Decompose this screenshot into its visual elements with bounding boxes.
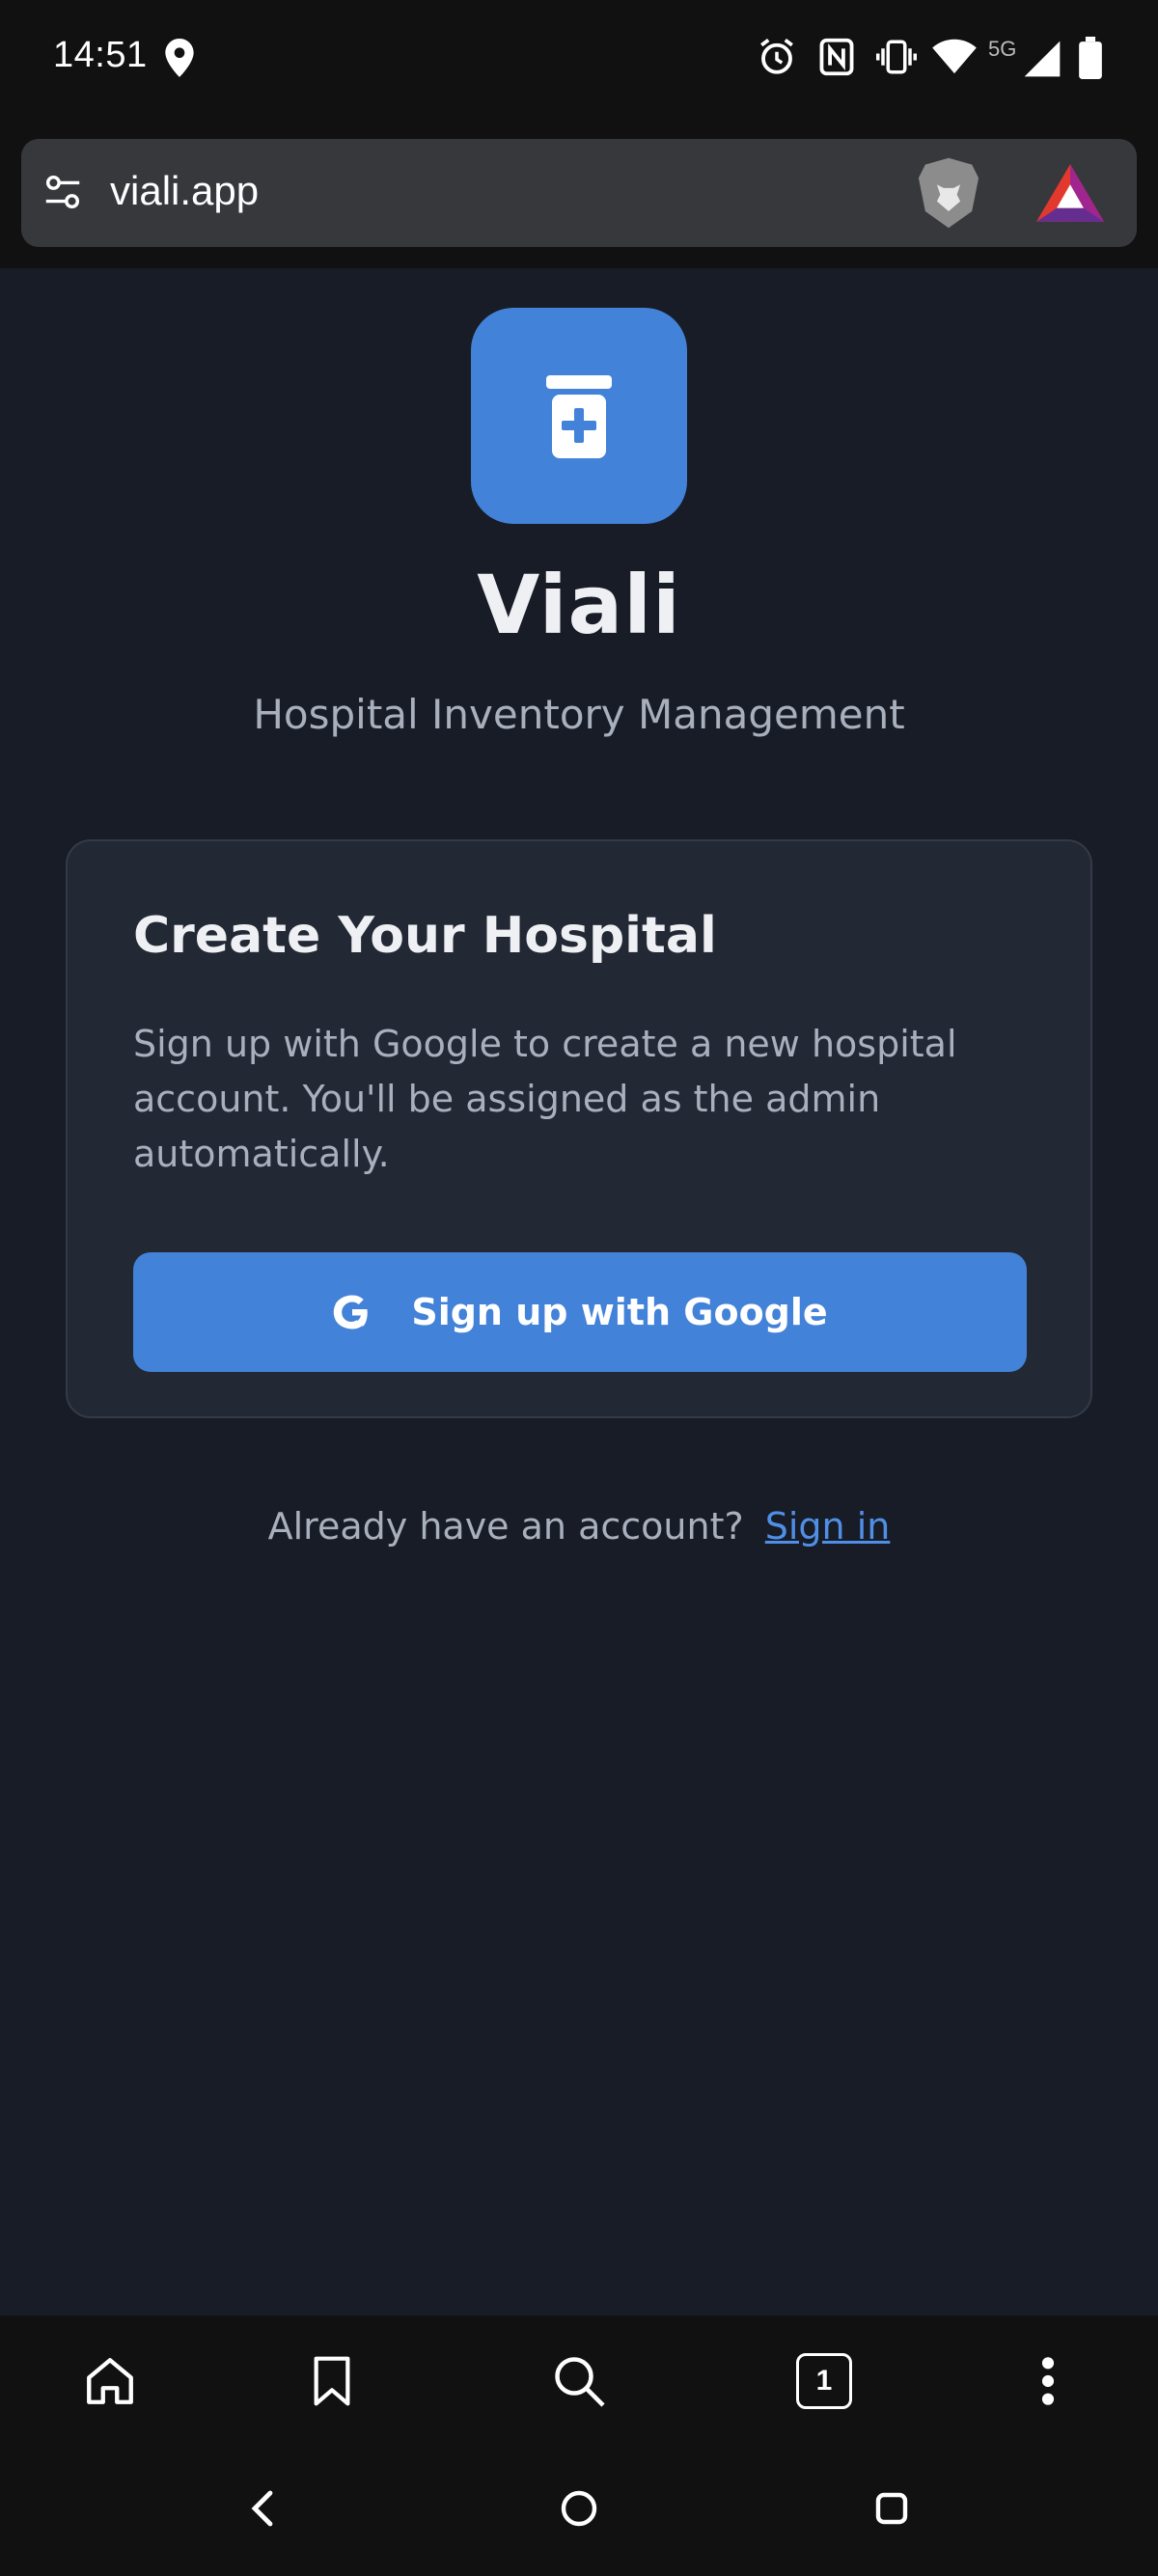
back-icon[interactable] (235, 2481, 290, 2535)
brave-rewards-icon[interactable] (1036, 164, 1104, 226)
medicine-bottle-icon (546, 375, 612, 458)
browser-bottom-nav: 1 (0, 2316, 1158, 2443)
nfc-icon (818, 37, 855, 81)
status-time: 14:51 (53, 35, 148, 75)
signin-link[interactable]: Sign in (765, 1505, 891, 1548)
url-text[interactable]: viali.app (110, 168, 259, 214)
site-settings-icon[interactable] (41, 170, 85, 218)
app-subtitle: Hospital Inventory Management (253, 691, 905, 738)
status-bar: 14:51 5G (0, 0, 1158, 116)
system-nav-bar (0, 2443, 1158, 2576)
app-logo (471, 308, 687, 524)
bookmark-icon[interactable] (301, 2350, 363, 2412)
tab-count: 1 (815, 2365, 833, 2397)
recents-icon[interactable] (865, 2481, 919, 2535)
search-icon[interactable] (548, 2350, 610, 2412)
alarm-icon (757, 37, 797, 81)
signin-prompt: Already have an account? (267, 1505, 744, 1548)
tabs-icon[interactable]: 1 (793, 2350, 855, 2412)
app-name: Viali (477, 558, 681, 652)
google-signup-button[interactable]: Sign up with Google (133, 1252, 1027, 1372)
wifi-icon (932, 39, 977, 79)
address-bar[interactable]: viali.app (21, 139, 1137, 247)
browser-toolbar: viali.app (0, 116, 1158, 268)
location-icon (164, 39, 195, 81)
signin-row: Already have an account? Sign in (0, 1505, 1158, 1548)
more-icon[interactable] (1017, 2350, 1079, 2412)
home-icon[interactable] (79, 2350, 141, 2412)
google-icon (332, 1292, 372, 1332)
network-type-label: 5G (988, 37, 1017, 61)
vibrate-icon (876, 37, 917, 81)
home-circle-icon[interactable] (552, 2481, 606, 2535)
page-content: Viali Hospital Inventory Management Crea… (0, 268, 1158, 2316)
google-signup-label: Sign up with Google (411, 1291, 828, 1333)
card-title: Create Your Hospital (133, 907, 717, 965)
card-description: Sign up with Google to create a new hosp… (133, 1023, 957, 1175)
brave-shields-icon[interactable] (915, 156, 982, 233)
signup-card: Create Your Hospital Sign up with Google… (66, 839, 1092, 1418)
signal-icon (1023, 41, 1062, 81)
battery-icon (1079, 37, 1102, 83)
